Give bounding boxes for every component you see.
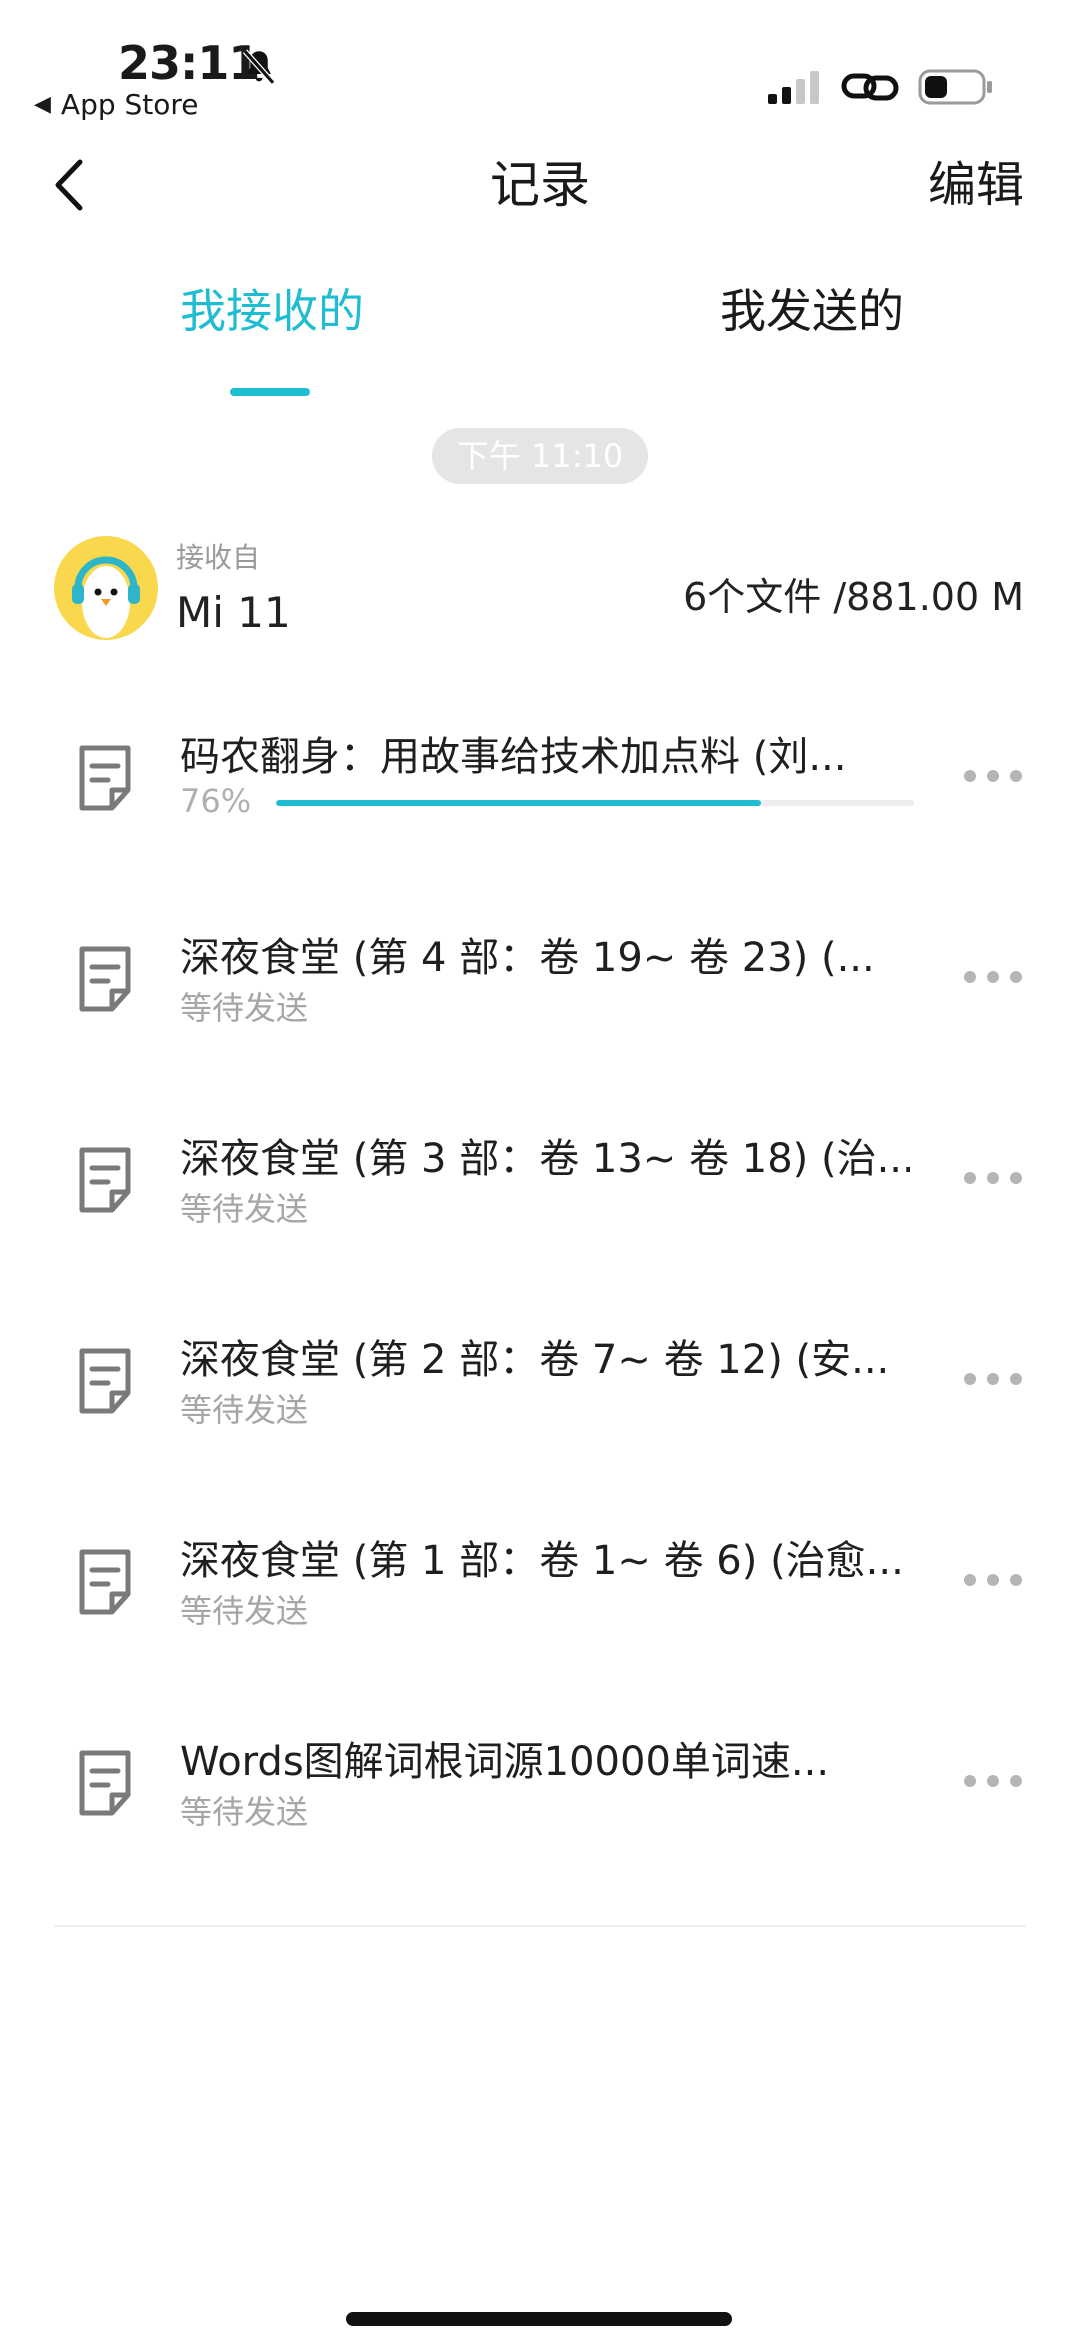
file-summary: 6个文件 /881.00 M (683, 575, 1024, 619)
file-name: 深夜食堂 (第 2 部：卷 7~ 卷 12) (安... (180, 1337, 890, 1383)
list-item[interactable]: 深夜食堂 (第 4 部：卷 19~ 卷 23) (... 等待发送 (0, 901, 1080, 1101)
file-status: 等待发送 (180, 1592, 309, 1630)
list-item[interactable]: 深夜食堂 (第 3 部：卷 13~ 卷 18) (治... 等待发送 (0, 1102, 1080, 1302)
timestamp-pill: 下午 11:10 (432, 428, 648, 484)
file-name: Words图解词根词源10000单词速... (180, 1739, 830, 1785)
more-options-icon[interactable] (962, 967, 1024, 987)
document-icon (79, 745, 131, 811)
more-options-icon[interactable] (962, 1369, 1024, 1389)
more-options-icon[interactable] (962, 766, 1024, 786)
more-options-icon[interactable] (962, 1570, 1024, 1590)
progress-fill (276, 800, 761, 806)
back-app-label: App Store (60, 88, 199, 121)
battery-icon (918, 69, 992, 105)
list-item[interactable]: 深夜食堂 (第 2 部：卷 7~ 卷 12) (安... 等待发送 (0, 1303, 1080, 1503)
file-name: 深夜食堂 (第 3 部：卷 13~ 卷 18) (治... (180, 1136, 910, 1182)
back-to-app-store[interactable]: ◀ App Store (34, 88, 199, 121)
more-options-icon[interactable] (962, 1168, 1024, 1188)
more-options-icon[interactable] (962, 1771, 1024, 1791)
document-icon (79, 1549, 131, 1615)
document-icon (79, 946, 131, 1012)
document-icon (79, 1750, 131, 1816)
document-icon (79, 1147, 131, 1213)
file-status: 等待发送 (180, 1391, 309, 1429)
tab-active-indicator (230, 388, 310, 396)
document-icon (79, 1348, 131, 1414)
status-bar: 23:11 ◀ App Store (0, 0, 1080, 130)
avatar (54, 536, 158, 640)
file-name: 码农翻身：用故事给技术加点料 (刘... (180, 734, 847, 780)
penguin-avatar-icon (72, 556, 140, 638)
tab-sent[interactable]: 我发送的 (720, 276, 904, 346)
file-status: 等待发送 (180, 1190, 309, 1228)
tab-received[interactable]: 我接收的 (180, 276, 364, 346)
home-indicator[interactable] (346, 2312, 732, 2326)
device-name: Mi 11 (176, 588, 291, 637)
list-divider (54, 1925, 1026, 1927)
page-title: 记录 (490, 156, 590, 214)
edit-button[interactable]: 编辑 (928, 150, 1024, 220)
link-icon (841, 73, 899, 101)
file-status: 等待发送 (180, 989, 309, 1027)
file-name: 深夜食堂 (第 4 部：卷 19~ 卷 23) (... (180, 935, 875, 981)
file-status: 等待发送 (180, 1793, 309, 1831)
progress-bar (276, 800, 914, 806)
list-item[interactable]: 码农翻身：用故事给技术加点料 (刘... 76% (0, 700, 1080, 900)
bell-slash-icon (242, 49, 276, 85)
signal-icon (768, 71, 819, 104)
received-from-label: 接收自 (176, 541, 261, 574)
list-item[interactable]: 深夜食堂 (第 1 部：卷 1~ 卷 6) (治愈... 等待发送 (0, 1504, 1080, 1704)
list-item[interactable]: Words图解词根词源10000单词速... 等待发送 (0, 1705, 1080, 1905)
back-triangle-icon: ◀ (34, 92, 51, 117)
progress-percent: 76% (180, 782, 252, 820)
file-name: 深夜食堂 (第 1 部：卷 1~ 卷 6) (治愈... (180, 1538, 904, 1584)
